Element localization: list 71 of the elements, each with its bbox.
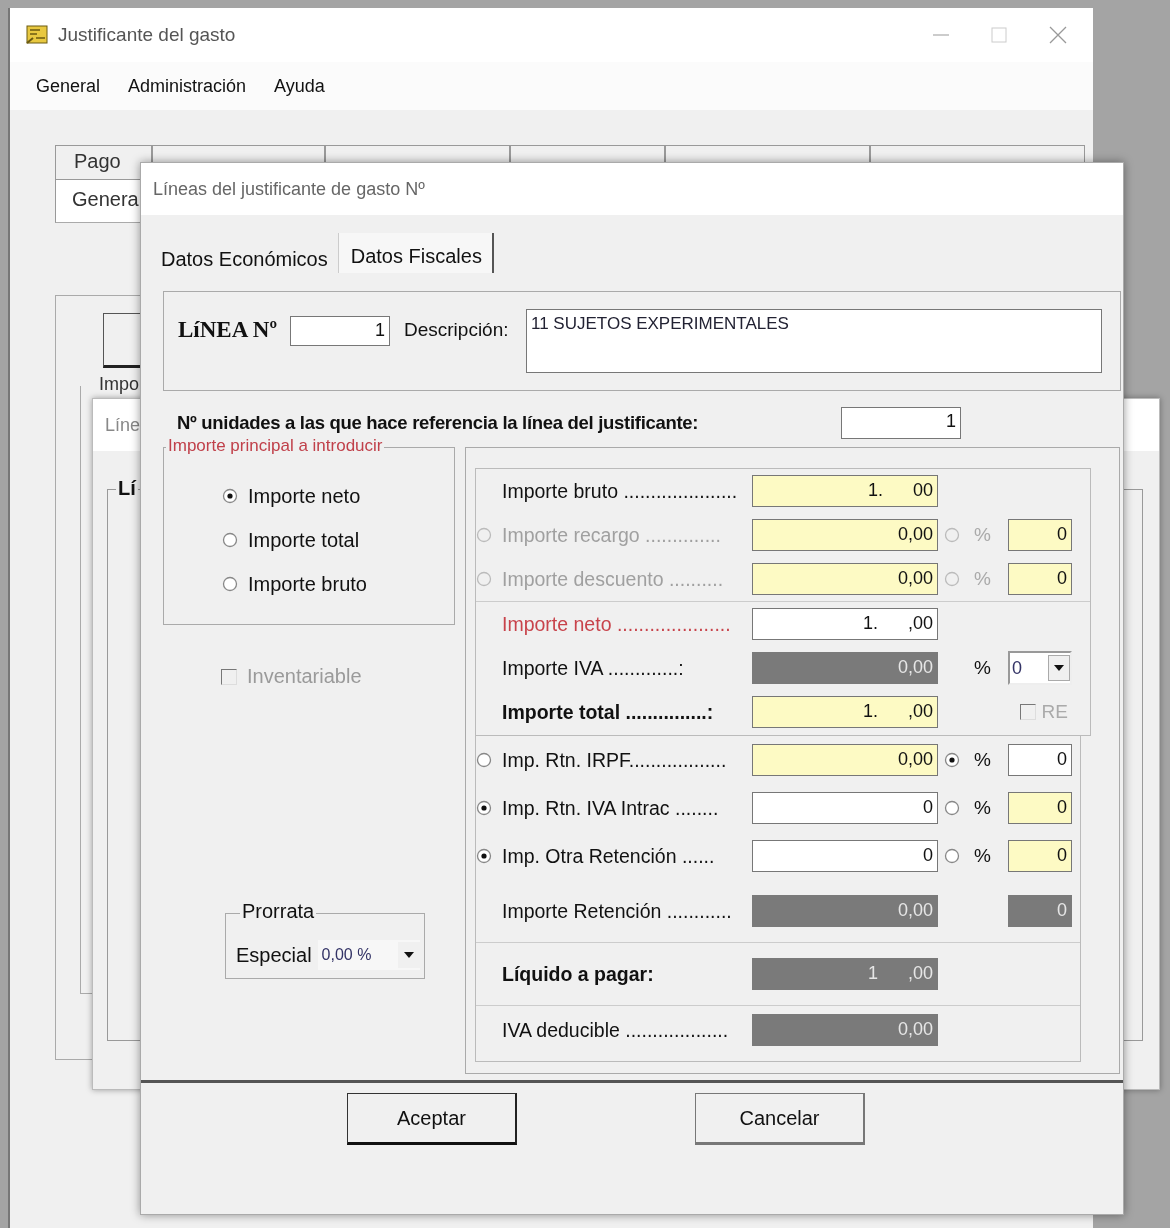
percent-field[interactable]: 0 [1008,840,1072,872]
field-label: Especial [236,943,312,967]
field-label: Importe neto ..................... [502,612,732,636]
dialog-button[interactable]: Cancelar [695,1093,865,1145]
units-label: Nº unidades a las que hace referencia la línea del justificante: [176,412,700,434]
radio-button[interactable] [944,800,960,816]
amount-field[interactable]: 0,00 [752,652,938,684]
tab[interactable]: Datos Fiscales [337,233,494,273]
amount-field[interactable]: 1. ,00 [752,696,938,728]
percent-sign: % [974,845,992,867]
radio-label: Importe neto [248,484,361,508]
amount-field[interactable]: 0,00 [752,895,938,927]
field-label: Importe bruto ..................... [502,479,739,503]
description-field[interactable]: 11 SUJETOS EXPERIMENTALES [526,309,1102,373]
line-number-field[interactable]: 1 [290,316,390,346]
prorrata-dropdown[interactable]: 0,00 % [317,940,420,970]
close-icon[interactable] [1049,26,1067,44]
percent-field: 0 [1008,895,1072,927]
field-label: IVA deducible ................... [502,1018,730,1042]
caret-icon [403,952,414,958]
menu-item[interactable]: Ayuda [274,75,325,97]
field-label: Importe IVA .............: [502,656,685,680]
group-label: Impo [97,374,142,394]
line-number-label: LíNEA Nº [178,317,278,343]
tab[interactable]: Pago [55,145,152,179]
radio-button[interactable] [222,532,238,548]
checkbox-label: RE [1041,701,1068,723]
dialog-button[interactable]: Aceptar [347,1093,517,1145]
amount-field[interactable]: 1 ,00 [752,958,938,990]
radio-button[interactable] [222,576,238,592]
field-label: Importe Retención ............ [502,899,733,923]
field-label: Imp. Rtn. IVA Intrac ........ [502,796,720,820]
amount-field[interactable]: 0,00 [752,744,938,776]
field-label: Importe descuento .......... [502,567,725,591]
radio-button[interactable] [944,752,960,768]
menu-item[interactable]: General [36,75,101,97]
app-icon [26,24,50,46]
radio-label: Importe bruto [248,572,367,596]
dialog-title: Líne [105,414,141,436]
percent-sign: % [974,568,992,590]
radio-label: Importe total [248,528,360,552]
radio-button[interactable] [476,800,492,816]
field-label: Importe total ...............: [502,700,715,724]
checkbox-label: Inventariable [247,665,362,688]
caret-icon [1054,665,1064,671]
group-label: Importe principal a introducir [166,436,385,456]
field-label: Imp. Otra Retención ...... [502,844,716,868]
radio-button[interactable] [944,848,960,864]
amount-field[interactable]: 0,00 [752,1014,938,1046]
window-title: Justificante del gasto [58,24,236,46]
percent-field[interactable]: 0 [1008,744,1072,776]
menu-item[interactable]: Administración [128,75,247,97]
radio-button[interactable] [476,848,492,864]
description-label: Descripción: [404,319,510,341]
percent-sign: % [974,797,992,819]
radio-button[interactable] [222,488,238,504]
units-field[interactable]: 1 [841,407,961,439]
percent-field[interactable]: 0 [1008,792,1072,824]
amount-field[interactable]: 1. 00 [752,475,938,507]
amount-field[interactable]: 1. ,00 [752,608,938,640]
percent-dropdown[interactable]: 0 [1008,651,1072,685]
amount-field[interactable]: 0 [752,792,938,824]
field-label: Imp. Rtn. IRPF.................. [502,748,728,772]
dialog-title: Líneas del justificante de gasto Nº [153,178,425,200]
percent-sign: % [974,749,992,771]
radio-button[interactable] [476,752,492,768]
percent-sign: % [974,524,992,546]
field-label: Importe recargo .............. [502,523,722,547]
field-label: Líquido a pagar: [502,962,655,986]
percent-sign: % [974,657,992,679]
amount-field[interactable]: 0 [752,840,938,872]
